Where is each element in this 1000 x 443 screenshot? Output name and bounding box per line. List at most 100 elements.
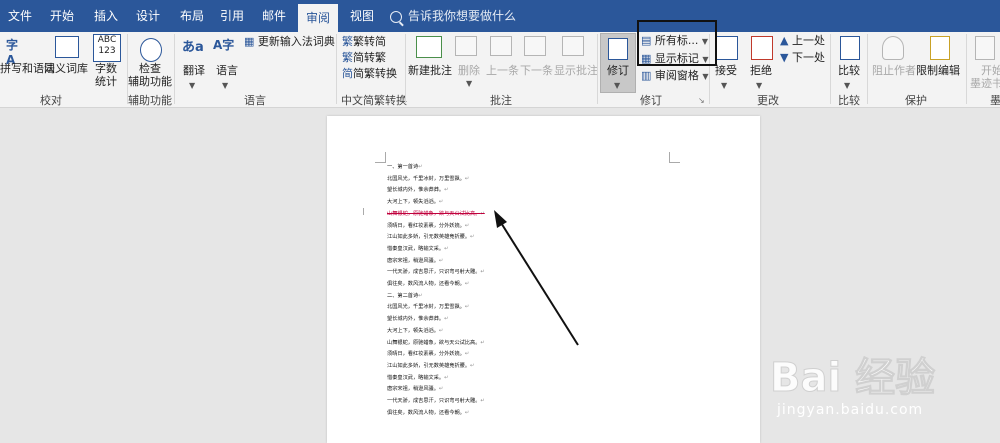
watermark-logo-text: Bai 经验	[770, 355, 935, 401]
new-comment-icon	[416, 36, 442, 58]
compare-button[interactable]: 比较	[838, 64, 860, 77]
document-line: 惜秦皇汉武，略输文采。↵	[387, 246, 448, 252]
block-authors-icon	[882, 36, 904, 60]
document-page[interactable]: 一、第一首诗↵ 北国风光，千里冰封，万里雪飘。↵ 望长城内外，惟余莽莽。↵ 大河上下，…	[327, 116, 760, 443]
document-line: 北国风光，千里冰封，万里雪飘。↵	[387, 304, 469, 310]
document-line-text: 须晴日，看红妆素裹，分外妖娆。	[387, 351, 465, 358]
document-line-text: 大河上下，顿失滔滔。	[387, 327, 439, 334]
document-line: 唐宗宋祖，稍逊风骚。↵	[387, 386, 443, 392]
chinese-conversion-button[interactable]: 简简繁转换	[342, 67, 397, 81]
traditional-to-simplified-button[interactable]: 繁繁转简	[342, 35, 386, 49]
reject-button[interactable]: 拒绝	[750, 64, 772, 77]
group-label-tracking: 修订	[640, 94, 662, 107]
document-line: 望长城内外，惟余莽莽。↵	[387, 316, 448, 322]
document-line-text: 二、第二首诗	[387, 292, 419, 299]
simplified-to-traditional-button[interactable]: 繁简转繁	[342, 51, 386, 65]
paragraph-mark-icon: ↵	[470, 362, 475, 369]
document-line-text: 北国风光，千里冰封，万里雪飘。	[387, 175, 465, 182]
previous-comment-button[interactable]: 上一条	[486, 64, 519, 77]
watermark-url: jingyan.baidu.com	[777, 402, 924, 418]
tell-me-placeholder: 告诉我你想要做什么	[408, 9, 517, 23]
language-dropdown-icon[interactable]: ▼	[222, 78, 228, 92]
next-comment-button[interactable]: 下一条	[520, 64, 553, 77]
paragraph-mark-icon: ↵	[464, 175, 470, 182]
group-separator	[336, 34, 337, 104]
group-label-accessibility: 辅助功能	[128, 94, 172, 107]
delete-dropdown-icon[interactable]: ▼	[466, 76, 472, 90]
update-ime-dictionary-button[interactable]: ▦ 更新输入法词典	[244, 35, 335, 49]
document-line: 唐宗宋祖，稍逊风骚。↵	[387, 258, 443, 264]
document-line-text: 山舞银蛇，原驰蜡象，欲与天公试比高。	[387, 210, 481, 217]
paragraph-mark-icon: ↵	[444, 374, 449, 381]
paragraph-mark-icon: ↵	[464, 281, 470, 287]
group-separator	[174, 34, 175, 104]
document-line: 惜秦皇汉武，略输文采。↵	[387, 375, 448, 381]
group-label-proofing: 校对	[40, 94, 62, 107]
restrict-editing-button[interactable]: 限制编辑	[916, 64, 960, 77]
margin-corner-mark	[375, 152, 386, 163]
translate-button[interactable]: 翻译	[183, 64, 205, 77]
tab-design[interactable]: 设计	[128, 0, 168, 32]
paragraph-mark-icon: ↵	[464, 409, 470, 416]
new-comment-button[interactable]: 新建批注	[408, 64, 452, 77]
tab-mailings[interactable]: 邮件	[254, 0, 294, 32]
paragraph-mark-icon: ↵	[438, 386, 444, 393]
language-button[interactable]: 语言	[216, 64, 238, 77]
thesaurus-icon	[55, 36, 79, 58]
document-line: 山舞银蛇，原驰蜡象，欲与天公试比高。↵	[387, 340, 485, 346]
group-separator	[867, 34, 868, 104]
document-line-text: 望长城内外，惟余莽莽。	[387, 187, 445, 194]
document-line-text: 俱往矣，数风流人物，还看今朝。	[387, 409, 465, 416]
convert-label: 简繁转换	[353, 67, 397, 80]
accept-dropdown-icon[interactable]: ▼	[721, 78, 727, 92]
compare-dropdown-icon[interactable]: ▼	[844, 78, 850, 92]
reject-dropdown-icon[interactable]: ▼	[756, 78, 762, 92]
paragraph-mark-icon: ↵	[418, 292, 423, 299]
show-comments-button[interactable]: 显示批注	[554, 64, 598, 77]
document-line-text: 望长城内外，惟余莽莽。	[387, 316, 445, 323]
ime-dictionary-icon: ▦	[244, 35, 255, 48]
tab-insert[interactable]: 插入	[86, 0, 126, 32]
word-count-button[interactable]: 字数 统计	[95, 62, 117, 88]
accept-button[interactable]: 接受	[715, 64, 737, 77]
translate-dropdown-icon[interactable]: ▼	[189, 78, 195, 92]
document-line: 山舞银蛇，原驰蜡象，欲与天公试比高。↵	[387, 211, 485, 217]
revision-bar	[363, 208, 364, 215]
block-authors-button[interactable]: 阻止作者	[872, 64, 916, 77]
to-traditional-label: 简转繁	[353, 51, 386, 64]
update-ime-label: 更新输入法词典	[257, 35, 335, 48]
tab-review[interactable]: 审阅	[298, 4, 338, 32]
paragraph-mark-icon: ↵	[464, 222, 470, 229]
document-line: 俱往矣，数风流人物，还看今朝。↵	[387, 410, 469, 416]
paragraph-mark-icon: ↵	[444, 245, 449, 252]
next-change-button[interactable]: ▼ 下一处	[780, 51, 825, 65]
paragraph-mark-icon: ↵	[480, 269, 485, 276]
review-pane-button[interactable]: ▥ 审阅窗格 ▼	[641, 69, 709, 84]
document-line: 须晴日，看红妆素裹，分外妖娆。↵	[387, 351, 469, 357]
track-changes-label: 修订	[607, 64, 629, 77]
document-line-text: 一代天骄，成吉思汗，只识弯弓射大雕。	[387, 269, 481, 276]
next-change-icon: ▼	[780, 51, 789, 64]
review-pane-label: 审阅窗格	[654, 69, 699, 82]
group-label-language: 语言	[244, 94, 266, 107]
document-line: 俱往矣，数风流人物，还看今朝。↵	[387, 281, 469, 287]
tab-references[interactable]: 引用	[212, 0, 252, 32]
tell-me-box[interactable]: 告诉我你想要做什么	[390, 0, 516, 32]
previous-comment-icon	[490, 36, 512, 56]
track-changes-icon	[608, 38, 628, 60]
previous-change-button[interactable]: ▲ 上一处	[780, 34, 825, 48]
tab-file[interactable]: 文件	[0, 0, 40, 32]
tab-view[interactable]: 视图	[342, 0, 382, 32]
tab-layout[interactable]: 布局	[172, 0, 212, 32]
tab-home[interactable]: 开始	[42, 0, 82, 32]
tracking-options-launcher-icon[interactable]: ↘	[698, 94, 705, 108]
spelling-icon: 字A	[6, 38, 19, 67]
delete-comment-icon	[455, 36, 477, 56]
document-line-text: 北国风光，千里冰封，万里雪飘。	[387, 304, 465, 311]
track-dropdown-icon[interactable]: ▼	[614, 78, 620, 92]
document-line: 一代天骄，成吉思汗，只识弯弓射大雕。↵	[387, 398, 485, 404]
check-accessibility-button[interactable]: 检查 辅助功能	[128, 62, 172, 88]
next-change-label: 下一处	[791, 51, 825, 64]
start-inking-button[interactable]: 开始 墨迹书写	[970, 64, 1000, 90]
thesaurus-button[interactable]: 同义词库	[44, 62, 88, 75]
